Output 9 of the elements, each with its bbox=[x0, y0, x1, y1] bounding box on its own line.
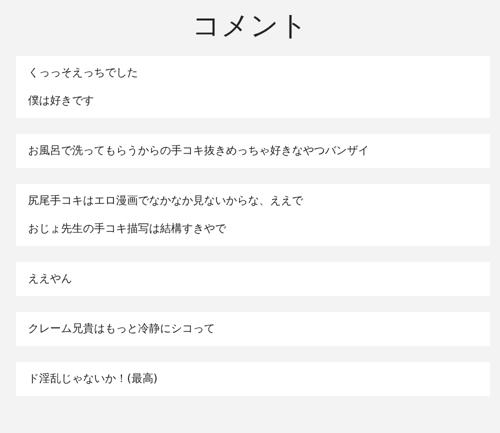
page-title: コメント bbox=[191, 8, 309, 44]
comment-text: クレーム兄貴はもっと冷静にシコって bbox=[28, 321, 216, 337]
comment-text: ええやん bbox=[28, 271, 73, 287]
comment-text: ド淫乱じゃないか！(最高) bbox=[28, 371, 159, 387]
comment-text: おじょ先生の手コキ描写は結構すきやで bbox=[28, 221, 228, 237]
comment-text: お風呂で洗ってもらうからの手コキ抜きめっちゃ好きなやつバンザイ bbox=[28, 143, 370, 159]
comment-text: くっっそえっちでした bbox=[28, 65, 139, 81]
comment-text: 僕は好きです bbox=[28, 93, 95, 109]
comment-text: 尻尾手コキはエロ漫画でなかなか見ないからな、ええで bbox=[28, 193, 304, 209]
